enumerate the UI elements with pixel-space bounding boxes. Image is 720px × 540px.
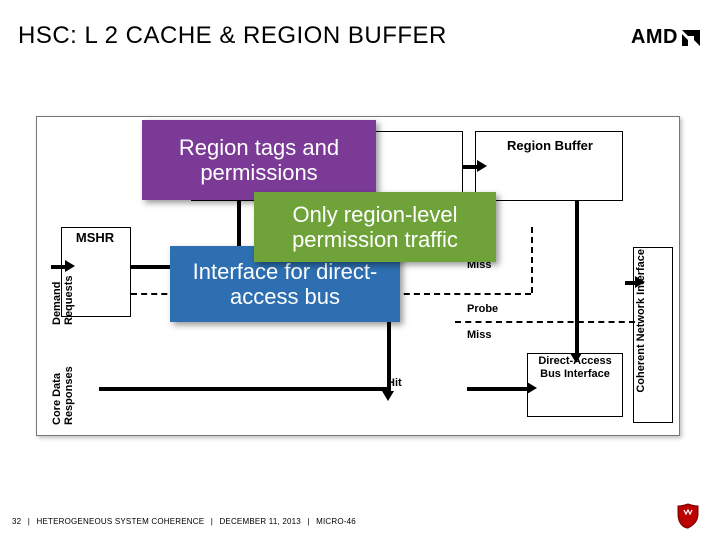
- label-probe: Probe: [467, 303, 498, 315]
- amd-logo: AMD: [631, 26, 700, 49]
- footer-sep: |: [28, 517, 30, 526]
- callout-region-tags: Region tags and permissions: [142, 120, 376, 200]
- arrow: [99, 387, 389, 391]
- label-demand-requests: Demand Requests: [51, 235, 75, 325]
- footer-venue: MICRO-46: [316, 517, 356, 526]
- university-crest-icon: [674, 502, 702, 530]
- arrow: [467, 387, 527, 391]
- amd-logo-text: AMD: [631, 26, 678, 49]
- slide-footer: 32 | HETEROGENEOUS SYSTEM COHERENCE | DE…: [12, 517, 356, 526]
- footer-page: 32: [12, 517, 21, 526]
- callout-region-permission-traffic: Only region-level permission traffic: [254, 192, 496, 262]
- amd-logo-mark-icon: [682, 30, 700, 46]
- dashed-wire: [531, 227, 533, 293]
- label-region-buffer: Region Buffer: [487, 139, 613, 154]
- label-miss-3: Miss: [467, 329, 491, 341]
- arrow: [463, 165, 477, 169]
- footer-talk: HETEROGENEOUS SYSTEM COHERENCE: [36, 517, 204, 526]
- label-coherent-network-interface: Coherent Network Interface: [635, 249, 671, 393]
- slide-title: HSC: L 2 CACHE & REGION BUFFER: [18, 22, 447, 50]
- label-mshr: MSHR: [67, 231, 123, 246]
- footer-sep: |: [211, 517, 213, 526]
- label-core-data-responses: Core Data Responses: [51, 325, 75, 425]
- arrow: [51, 265, 65, 269]
- footer-sep: |: [307, 517, 309, 526]
- arrow: [625, 281, 635, 285]
- dashed-wire: [455, 321, 635, 323]
- footer-date: DECEMBER 11, 2013: [219, 517, 301, 526]
- arrow: [575, 201, 579, 353]
